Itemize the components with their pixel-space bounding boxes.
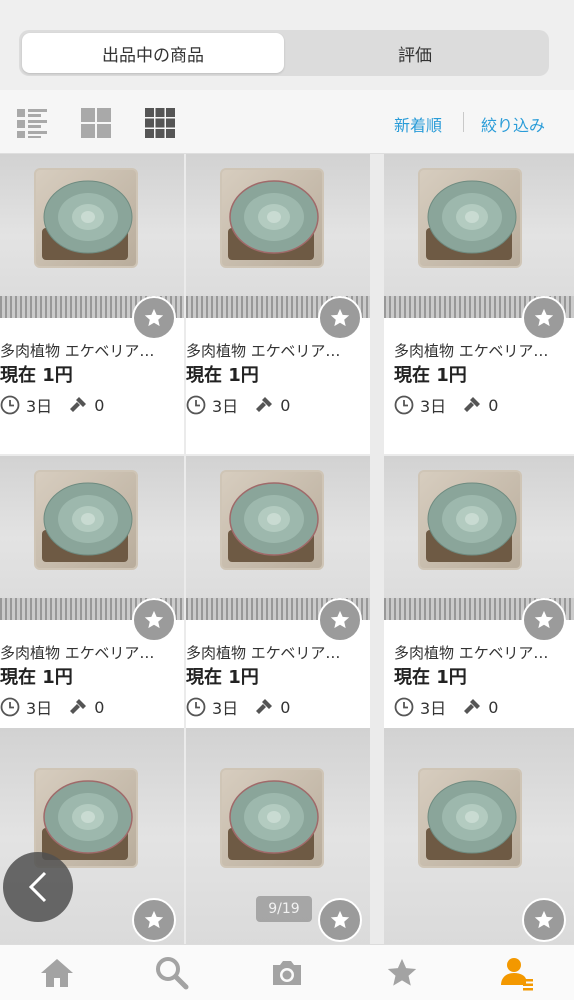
bottom-nav — [0, 944, 574, 1000]
product-grid: 多肉植物 エケベリア… 現在 1円 3日 0 多肉植物 エケベリア… 現在 1円… — [0, 154, 574, 944]
product-photo — [186, 456, 370, 620]
camera-icon — [272, 960, 301, 985]
product-photo — [0, 456, 184, 620]
grid-3-icon[interactable] — [144, 107, 176, 139]
filter-link[interactable]: 絞り込み — [481, 112, 545, 136]
product-card[interactable] — [384, 728, 574, 944]
toolbar-divider — [463, 112, 464, 132]
item-title: 多肉植物 エケベリア… — [394, 644, 549, 662]
favorite-button[interactable] — [318, 296, 362, 340]
toolbar: 新着順 絞り込み — [0, 90, 574, 154]
item-title: 多肉植物 エケベリア… — [186, 644, 341, 662]
bid-count: 0 — [280, 697, 291, 717]
item-price: 現在 1円 — [186, 667, 259, 688]
gavel-icon — [70, 397, 87, 412]
tab-listing[interactable]: 出品中の商品 — [22, 33, 284, 73]
time-left: 3日 — [26, 397, 53, 416]
time-left: 3日 — [26, 699, 53, 718]
star-icon — [534, 910, 554, 929]
nav-my-page[interactable] — [459, 945, 574, 1000]
item-price: 現在 1円 — [186, 365, 259, 386]
item-title: 多肉植物 エケベリア… — [0, 342, 155, 360]
star-icon — [330, 610, 350, 629]
item-meta: 3日 0 — [186, 394, 290, 416]
star-icon — [330, 308, 350, 327]
nav-sell[interactable] — [230, 945, 345, 1000]
item-title: 多肉植物 エケベリア… — [186, 342, 341, 360]
product-card[interactable]: 多肉植物 エケベリア… 現在 1円 3日 0 — [0, 456, 184, 756]
bid-count: 0 — [488, 395, 499, 415]
clock-icon — [0, 697, 20, 717]
my-page-icon — [500, 957, 533, 990]
segment-header: 出品中の商品 評価 — [0, 0, 574, 90]
favorite-button[interactable] — [318, 598, 362, 642]
bid-count: 0 — [280, 395, 291, 415]
star-icon — [534, 308, 554, 327]
star-icon — [144, 910, 164, 929]
tab-ratings[interactable]: 評価 — [284, 33, 546, 73]
gavel-icon — [464, 699, 481, 714]
item-price: 現在 1円 — [394, 667, 467, 688]
item-title: 多肉植物 エケベリア… — [0, 644, 155, 662]
list-view-icon[interactable] — [16, 107, 48, 139]
star-icon — [144, 308, 164, 327]
star-icon — [144, 610, 164, 629]
favorite-button[interactable] — [522, 598, 566, 642]
item-meta: 3日 0 — [0, 696, 104, 718]
gavel-icon — [256, 397, 273, 412]
search-icon — [156, 956, 189, 989]
favorite-button[interactable] — [132, 598, 176, 642]
home-icon — [41, 958, 74, 987]
item-meta: 3日 0 — [186, 696, 290, 718]
sort-newest-link[interactable]: 新着順 — [394, 112, 442, 136]
clock-icon — [186, 395, 206, 415]
item-meta: 3日 0 — [0, 394, 104, 416]
clock-icon — [0, 395, 20, 415]
product-photo — [186, 154, 370, 318]
item-price: 現在 1円 — [394, 365, 467, 386]
star-icon — [330, 910, 350, 929]
gavel-icon — [464, 397, 481, 412]
gavel-icon — [256, 699, 273, 714]
product-card[interactable]: 多肉植物 エケベリア… 現在 1円 3日 0 — [0, 154, 184, 454]
favorite-button[interactable] — [522, 898, 566, 942]
clock-icon — [394, 697, 414, 717]
product-card[interactable]: 多肉植物 エケベリア… 現在 1円 3日 0 — [186, 456, 370, 756]
product-card[interactable]: 多肉植物 エケベリア… 現在 1円 3日 0 — [384, 154, 574, 454]
favorite-button[interactable] — [132, 898, 176, 942]
item-meta: 3日 0 — [394, 696, 498, 718]
nav-watchlist[interactable] — [344, 945, 459, 1000]
clock-icon — [186, 697, 206, 717]
time-left: 3日 — [420, 397, 447, 416]
bid-count: 0 — [94, 697, 105, 717]
segmented-control: 出品中の商品 評価 — [19, 30, 549, 76]
favorite-button[interactable] — [522, 296, 566, 340]
item-price: 現在 1円 — [0, 365, 73, 386]
bid-count: 0 — [94, 395, 105, 415]
nav-home[interactable] — [0, 945, 115, 1000]
favorite-button[interactable] — [318, 898, 362, 942]
product-card[interactable]: 多肉植物 エケベリア… 現在 1円 3日 0 — [186, 154, 370, 454]
chevron-left-icon — [28, 871, 47, 903]
item-title: 多肉植物 エケベリア… — [394, 342, 549, 360]
time-left: 3日 — [212, 397, 239, 416]
item-price: 現在 1円 — [0, 667, 73, 688]
nav-search[interactable] — [115, 945, 230, 1000]
product-photo — [384, 154, 574, 318]
back-button[interactable] — [3, 852, 73, 922]
item-meta: 3日 0 — [394, 394, 498, 416]
bid-count: 0 — [488, 697, 499, 717]
time-left: 3日 — [420, 699, 447, 718]
gavel-icon — [70, 699, 87, 714]
time-left: 3日 — [212, 699, 239, 718]
product-card[interactable]: 多肉植物 エケベリア… 現在 1円 3日 0 — [384, 456, 574, 756]
product-photo — [0, 154, 184, 318]
page-indicator: 9/19 — [256, 896, 312, 922]
star-icon — [534, 610, 554, 629]
favorite-button[interactable] — [132, 296, 176, 340]
product-photo — [384, 456, 574, 620]
clock-icon — [394, 395, 414, 415]
star-icon — [387, 958, 416, 986]
grid-2-icon[interactable] — [80, 107, 112, 139]
